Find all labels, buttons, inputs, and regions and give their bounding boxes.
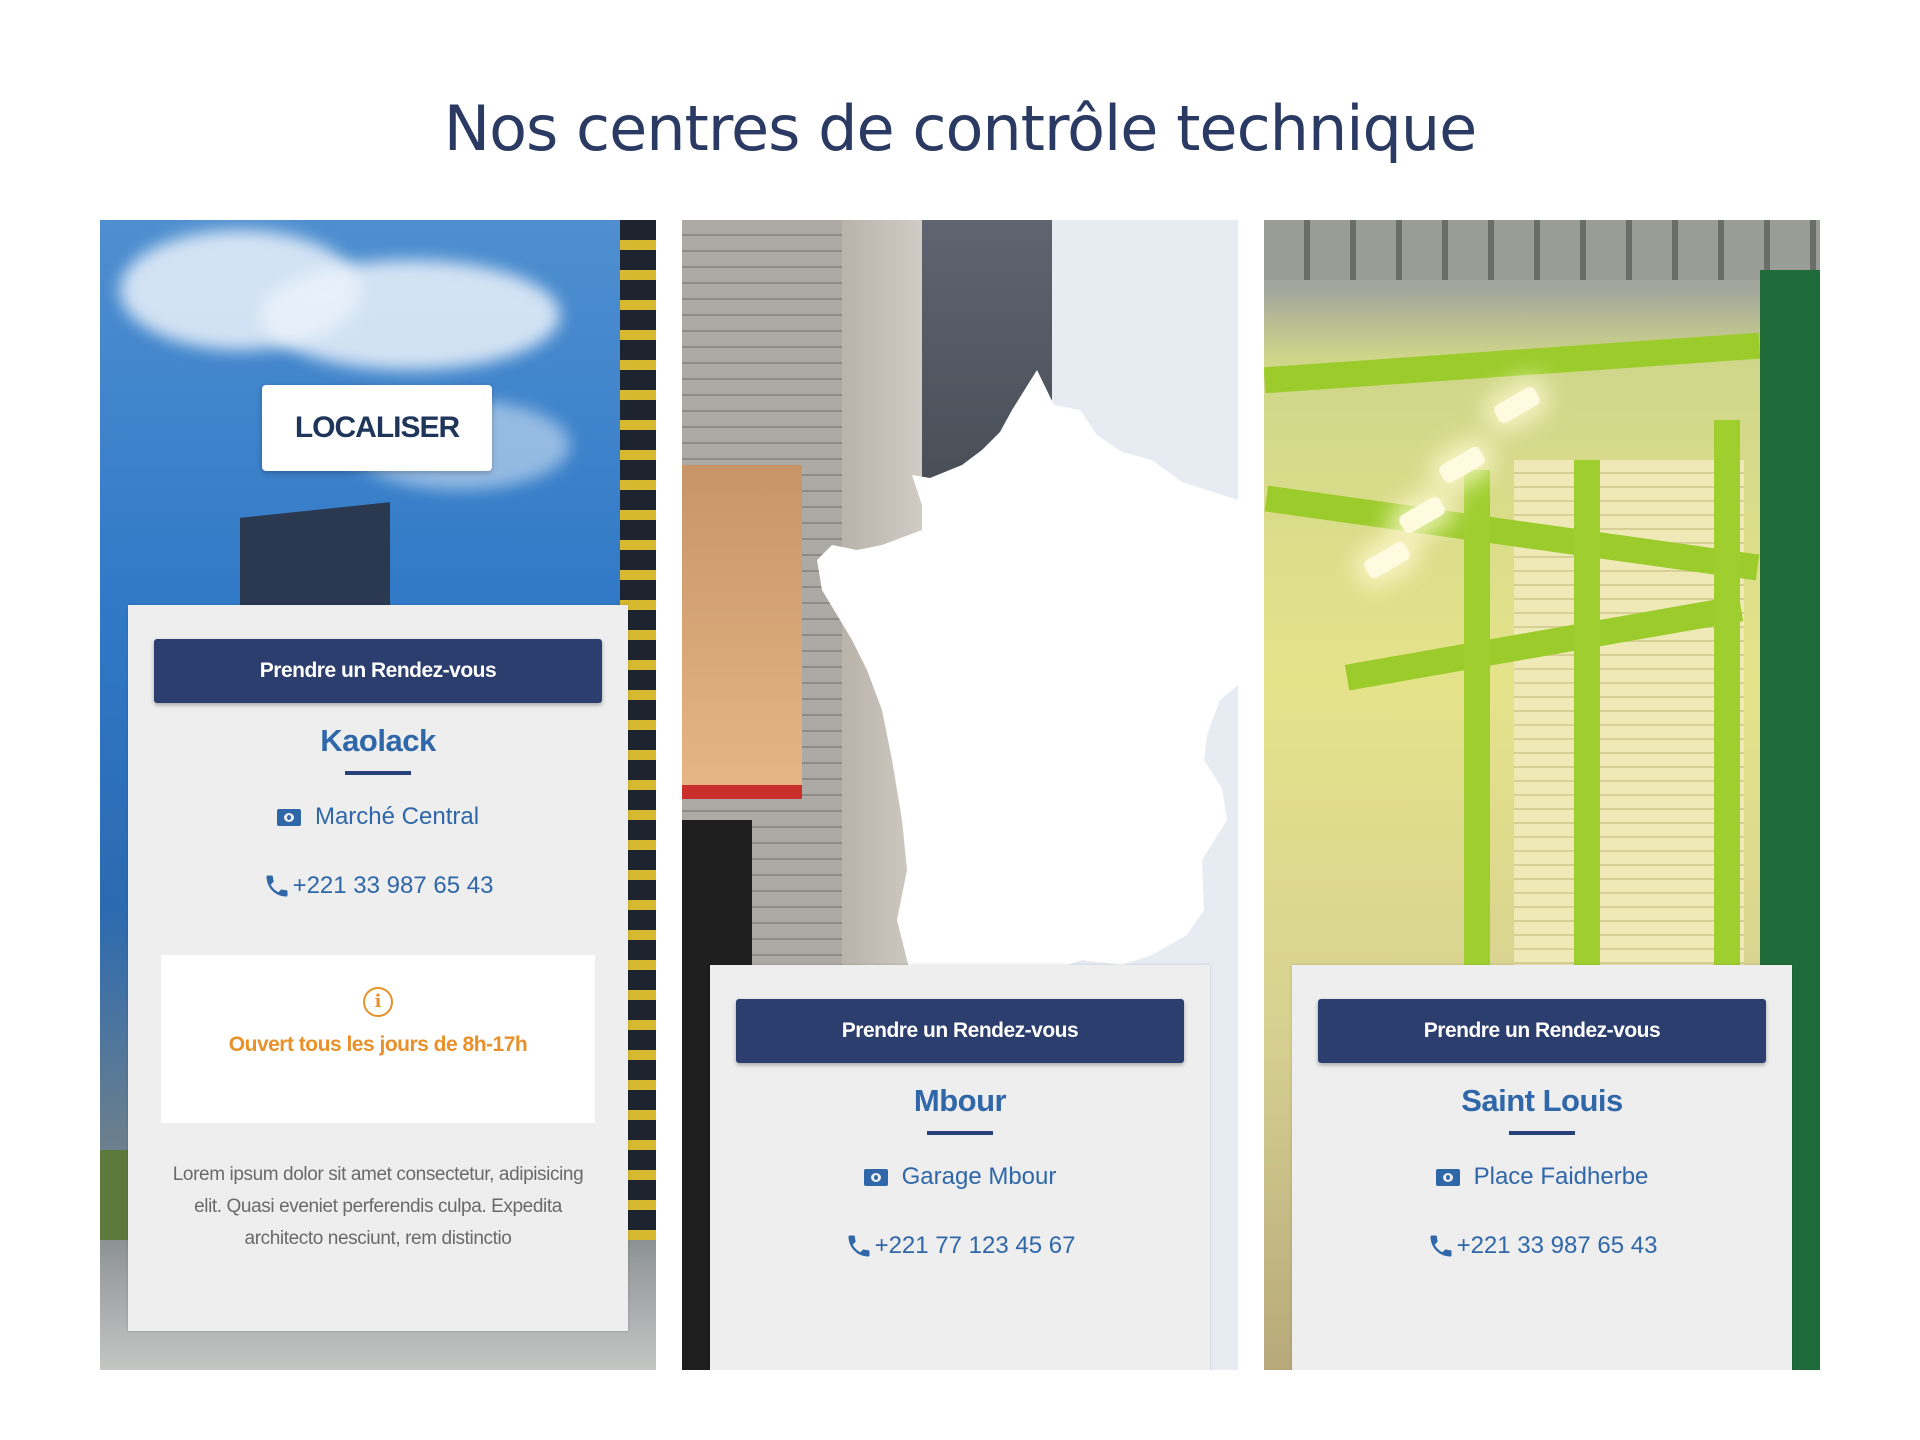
center-city: Saint Louis [1461, 1083, 1623, 1118]
center-description: Lorem ipsum dolor sit amet consectetur, … [172, 1164, 584, 1249]
address-text: Garage Mbour [901, 1163, 1057, 1190]
title-underline [927, 1131, 993, 1135]
center-address: Garage Mbour [710, 1163, 1210, 1191]
center-address: Place Faidherbe [1292, 1163, 1792, 1191]
phone-text[interactable]: +221 77 123 45 67 [875, 1232, 1076, 1260]
center-address: Marché Central [128, 803, 628, 831]
book-appointment-button[interactable]: Prendre un Rendez-vous [154, 639, 602, 703]
phone-icon [848, 1235, 870, 1257]
phone-text[interactable]: +221 33 987 65 43 [293, 872, 494, 900]
opening-hours-text: Ouvert tous les jours de 8h-17h [228, 1033, 528, 1056]
address-text: Place Faidherbe [1473, 1163, 1649, 1190]
info-icon: i [363, 987, 393, 1017]
opening-hours-box: i Ouvert tous les jours de 8h-17h [161, 955, 595, 1123]
locate-button[interactable]: LOCALISER [262, 385, 492, 471]
book-appointment-button[interactable]: Prendre un Rendez-vous [736, 999, 1184, 1063]
center-phone[interactable]: +221 33 987 65 43 [1292, 1231, 1792, 1261]
center-info-panel: Prendre un Rendez-vous Kaolack Marché Ce… [128, 605, 628, 1331]
title-underline [1509, 1131, 1575, 1135]
page-title: Nos centres de contrôle technique [443, 92, 1478, 165]
center-phone[interactable]: +221 77 123 45 67 [710, 1231, 1210, 1261]
center-info-panel: Prendre un Rendez-vous Saint Louis Place… [1292, 965, 1792, 1370]
address-text: Marché Central [314, 803, 480, 830]
center-phone[interactable]: +221 33 987 65 43 [128, 871, 628, 901]
phone-text[interactable]: +221 33 987 65 43 [1457, 1232, 1658, 1260]
phone-icon [1430, 1235, 1452, 1257]
phone-icon [266, 875, 288, 897]
book-appointment-button[interactable]: Prendre un Rendez-vous [1318, 999, 1766, 1063]
map-card-icon [276, 808, 301, 826]
map-card-icon [1435, 1168, 1460, 1186]
center-card-kaolack: LOCALISER Prendre un Rendez-vous Kaolack… [100, 220, 656, 1370]
center-card-mbour: Prendre un Rendez-vous Mbour Garage Mbou… [682, 220, 1238, 1370]
center-city: Kaolack [320, 723, 436, 758]
center-info-panel: Prendre un Rendez-vous Mbour Garage Mbou… [710, 965, 1210, 1370]
map-card-icon [863, 1168, 888, 1186]
center-card-saint-louis: Prendre un Rendez-vous Saint Louis Place… [1264, 220, 1820, 1370]
center-city: Mbour [913, 1083, 1007, 1118]
title-underline [345, 771, 411, 775]
